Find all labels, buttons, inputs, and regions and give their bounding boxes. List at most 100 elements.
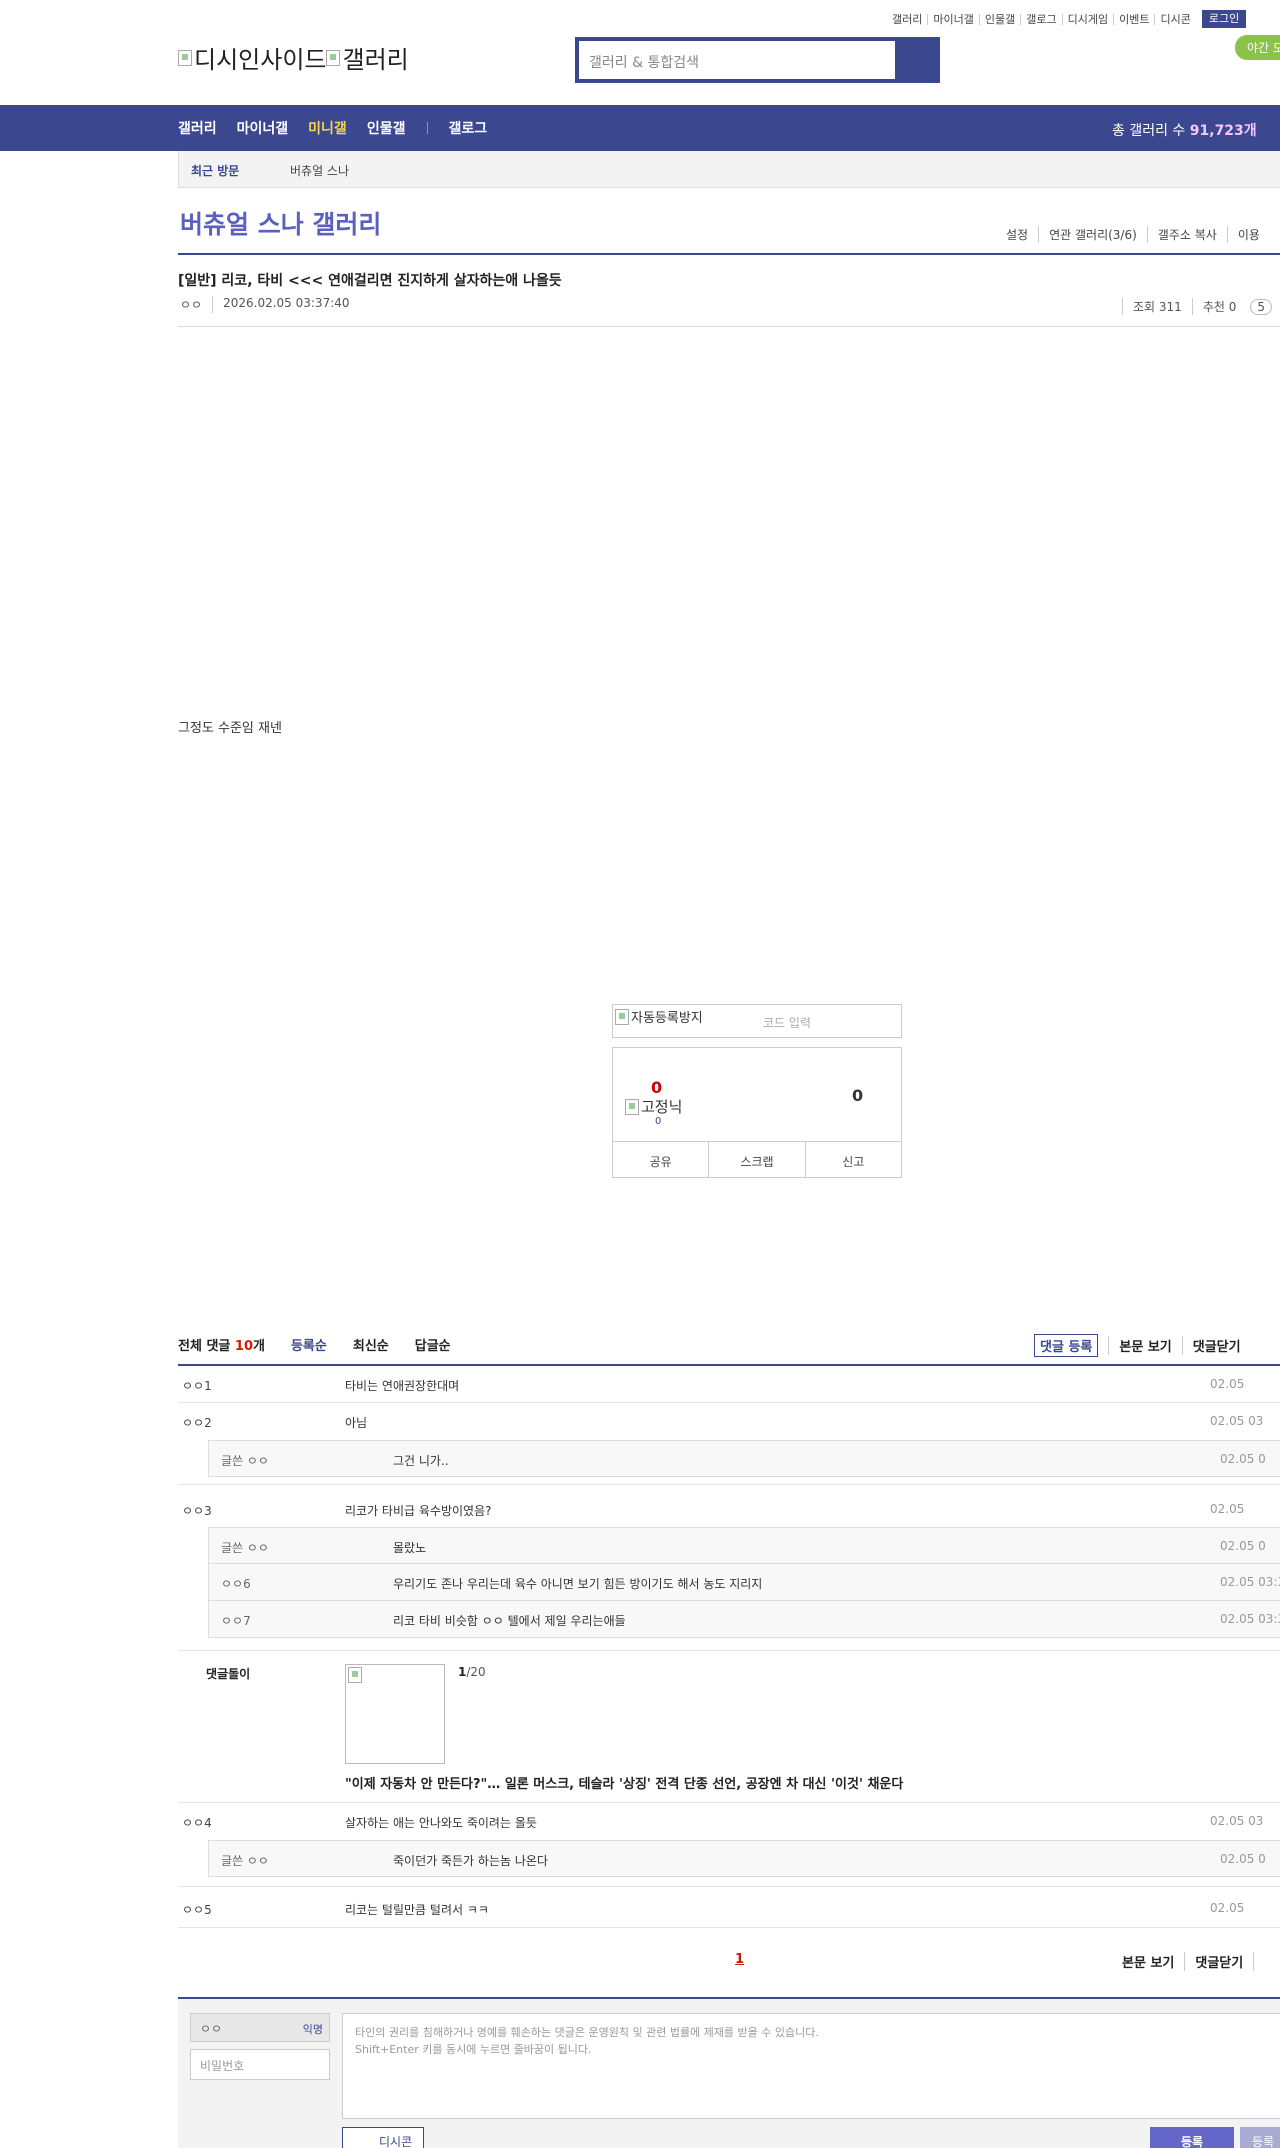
reply-text: 그건 니가.. <box>393 1454 449 1468</box>
nav-gallog[interactable]: 갤로그 <box>448 118 487 138</box>
sort-latest[interactable]: 최신순 <box>353 1335 389 1354</box>
nav-divider <box>427 122 429 134</box>
logo-main-alt: 디시인사이드 <box>194 46 327 74</box>
reply-text: 몰랐노 <box>393 1541 427 1555</box>
reply-nick[interactable]: 글쓴 ㅇㅇ <box>221 1452 269 1469</box>
comment-submit-recommend-button[interactable]: 등록 <box>1240 2127 1280 2148</box>
reply-date: 02.05 03:3 <box>1220 1575 1280 1589</box>
close-comments-button-bottom[interactable]: 댓글닫기 <box>1184 1952 1253 1971</box>
sort-replies[interactable]: 답글순 <box>415 1335 451 1354</box>
divider <box>178 326 1280 327</box>
post-author[interactable]: ㅇㅇ <box>180 296 202 313</box>
downvote-count[interactable]: 0 <box>852 1086 863 1105</box>
fixed-nick-image: 고정닉 <box>625 1096 682 1117</box>
captcha-input[interactable]: 코드 입력 <box>763 1014 811 1031</box>
top-link-event[interactable]: 이벤트 <box>1113 13 1154 25</box>
view-post-button[interactable]: 본문 보기 <box>1108 1336 1181 1355</box>
reply-nick[interactable]: ㅇㅇ7 <box>221 1612 251 1629</box>
comment-nick[interactable]: ㅇㅇ3 <box>182 1502 212 1519</box>
post-date: 2026.02.05 03:37:40 <box>212 296 350 313</box>
nav-person-gallery[interactable]: 인물갤 <box>367 118 406 138</box>
reply-nick[interactable]: ㅇㅇ6 <box>221 1575 251 1592</box>
copy-address-link[interactable]: 갤주소 복사 <box>1146 226 1227 243</box>
comment-date: 02.05 <box>1210 1901 1245 1915</box>
comment-date: 02.05 <box>1210 1502 1245 1516</box>
anonymous-label: 익명 <box>302 2023 323 2036</box>
broken-image-icon <box>178 49 192 66</box>
comment-row: ㅇㅇ1 타비는 연애권장한대며 02.05 <box>178 1366 1280 1403</box>
top-link-person[interactable]: 인물갤 <box>978 13 1020 25</box>
nav-mini-gallery[interactable]: 미니갤 <box>308 118 347 138</box>
gallery-settings-link[interactable]: 설정 <box>1006 226 1038 243</box>
comment-textarea[interactable]: 타인의 권리를 침해하거나 명예를 훼손하는 댓글은 운영원칙 및 관련 법률에… <box>342 2013 1280 2119</box>
comment-submit-button[interactable]: 등록 <box>1150 2127 1234 2148</box>
nav-minor-gallery[interactable]: 마이너갤 <box>237 118 289 138</box>
comment-nick[interactable]: ㅇㅇ5 <box>182 1901 212 1918</box>
login-button[interactable]: 로그인 <box>1201 10 1247 28</box>
usage-link[interactable]: 이용 <box>1226 226 1270 243</box>
comments-total: 전체 댓글 10개 <box>178 1339 265 1354</box>
search-box: 갤러리 & 통합검색 <box>575 37 940 83</box>
top-link-dccon[interactable]: 디시콘 <box>1154 13 1195 25</box>
reply-date: 02.05 03:3 <box>1220 1612 1280 1626</box>
top-link-dcgame[interactable]: 디시게임 <box>1061 13 1113 25</box>
recent-visit-item[interactable]: 버츄얼 스나 <box>290 162 349 179</box>
report-button[interactable]: 신고 <box>804 1142 901 1177</box>
reply-nick[interactable]: 글쓴 ㅇㅇ <box>221 1852 269 1869</box>
comment-nick[interactable]: ㅇㅇ4 <box>182 1814 212 1831</box>
view-post-button-bottom[interactable]: 본문 보기 <box>1122 1952 1184 1971</box>
dccon-button[interactable]: 디시콘 <box>342 2127 424 2148</box>
reply-nick[interactable]: 글쓴 ㅇㅇ <box>221 1539 269 1556</box>
gallery-menu: 설정 연관 갤러리(3/6) 갤주소 복사 이용 <box>1006 226 1270 243</box>
search-input[interactable]: 갤러리 & 통합검색 <box>579 41 895 79</box>
scrap-button[interactable]: 스크랩 <box>708 1142 804 1177</box>
reply-date: 02.05 0 <box>1220 1452 1266 1466</box>
reply-row: 글쓴 ㅇㅇ 그건 니가.. 02.05 0 <box>208 1440 1280 1477</box>
comment-nick[interactable]: ㅇㅇ1 <box>182 1377 212 1394</box>
more-tools-bottom[interactable] <box>1253 1952 1274 1971</box>
night-mode-button[interactable]: 야간 모드 <box>1235 35 1280 60</box>
broken-image-icon <box>326 49 341 66</box>
name-field[interactable]: ㅇㅇ 익명 <box>190 2013 330 2042</box>
post-body: 그정도 수준임 재넨 <box>178 721 282 736</box>
top-link-gallog[interactable]: 갤로그 <box>1020 13 1061 25</box>
comment-count-badge[interactable]: 5 <box>1250 298 1272 315</box>
comment-bot-pager: 1/20 <box>458 1665 486 1679</box>
reply-text: 죽이던가 죽든가 하는놈 나온다 <box>393 1854 548 1868</box>
top-link-gallery[interactable]: 갤러리 <box>892 14 927 25</box>
recent-visit-title[interactable]: 최근 방문 <box>191 162 239 179</box>
comments-header: 전체 댓글 10개 등록순 최신순 답글순 <box>178 1335 451 1354</box>
comment-bot-thumbnail[interactable] <box>345 1664 445 1764</box>
comment-date: 02.05 03 <box>1210 1414 1264 1428</box>
total-gallery-value: 91,723개 <box>1189 123 1257 139</box>
reply-row: ㅇㅇ6 우리기도 존나 우리는데 육수 아니면 보기 힘든 방이기도 해서 농도… <box>208 1564 1280 1601</box>
broken-image-icon <box>348 1667 362 1683</box>
share-button[interactable]: 공유 <box>613 1142 708 1177</box>
comment-bot-headline[interactable]: "이제 자동차 안 만든다?"… 일론 머스크, 테슬라 '상징' 전격 단종 … <box>345 1773 903 1792</box>
comments-total-count: 10 <box>234 1339 253 1354</box>
related-gallery-link[interactable]: 연관 갤러리(3/6) <box>1038 226 1147 243</box>
recommend-box: 0 고정닉 0 0 공유 스크랩 신고 <box>612 1047 902 1178</box>
upvote-count[interactable]: 0 <box>651 1078 662 1097</box>
comment-page-current[interactable]: 1 <box>735 1952 744 1967</box>
close-comments-button[interactable]: 댓글닫기 <box>1181 1336 1251 1355</box>
comment-text: 리코는 털릴만큼 털려서 ㅋㅋ <box>345 1903 489 1917</box>
top-link-minor[interactable]: 마이너갤 <box>927 13 978 25</box>
sort-registered[interactable]: 등록순 <box>291 1335 327 1354</box>
comment-write-area: ㅇㅇ 익명 비밀번호 타인의 권리를 침해하거나 명예를 훼손하는 댓글은 운영… <box>178 1997 1280 2148</box>
site-logo[interactable]: 디시인사이드 갤러리 <box>178 40 409 75</box>
post-stats: 조회 311 추천 0 5 <box>1122 298 1272 315</box>
search-icon <box>896 41 940 79</box>
total-gallery-count: 총 갤러리 수 91,723개 <box>1112 123 1257 139</box>
password-field[interactable]: 비밀번호 <box>190 2049 330 2080</box>
post-title: [일반] 리코, 타비 <<< 연애걸리면 진지하게 살자하는애 나올듯 <box>178 273 562 289</box>
reply-date: 02.05 0 <box>1220 1539 1266 1553</box>
recent-visit-bar: 최근 방문 버츄얼 스나 <box>178 151 1280 188</box>
comment-nick[interactable]: ㅇㅇ2 <box>182 1414 212 1431</box>
gallery-title[interactable]: 버츄얼 스나 갤러리 <box>180 205 381 241</box>
comment-text: 아님 <box>345 1416 368 1430</box>
reply-row: ㅇㅇ7 리코 타비 비슷함 ㅇㅇ 텔에서 제일 우리는애들 02.05 03:3 <box>208 1601 1280 1638</box>
search-button[interactable] <box>896 41 940 79</box>
nav-gallery[interactable]: 갤러리 <box>178 118 217 138</box>
comment-register-button[interactable]: 댓글 등록 <box>1034 1334 1099 1357</box>
